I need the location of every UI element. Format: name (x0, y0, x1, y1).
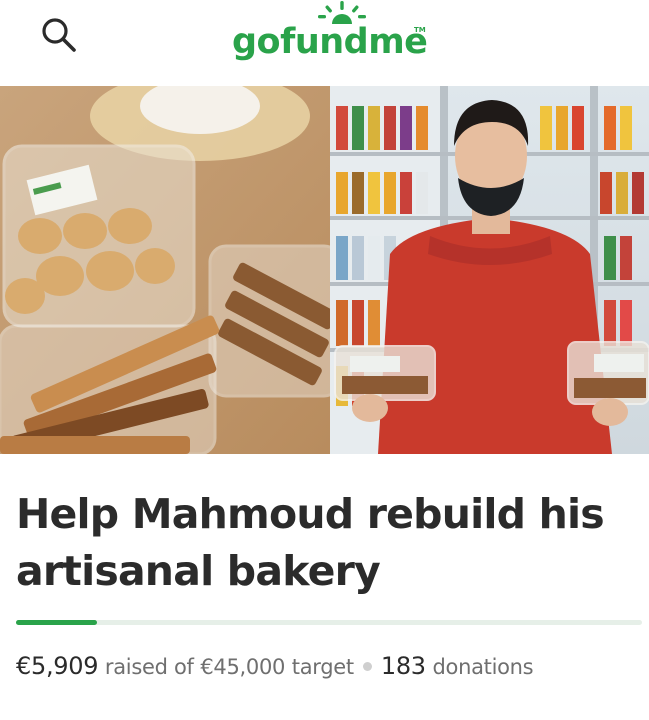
logo-wordmark: gofundme (232, 22, 428, 62)
progress-bar-fill (16, 620, 97, 625)
donations-label: donations (432, 655, 534, 679)
campaign-image[interactable] (0, 86, 649, 454)
person-photo (330, 86, 649, 454)
funding-stats: €5,909 raised of €45,000 target 183 donat… (16, 652, 646, 680)
gofundme-logo[interactable]: gofundme TM (232, 0, 432, 80)
pastry-photo (0, 86, 342, 454)
campaign-title[interactable]: Help Mahmoud rebuild his artisanal baker… (16, 486, 636, 600)
target-label: target (291, 655, 354, 679)
search-button[interactable] (38, 14, 80, 56)
search-icon (42, 18, 76, 52)
progress-bar (16, 620, 642, 625)
target-amount: €45,000 (200, 655, 286, 679)
donations-count: 183 (380, 652, 426, 680)
trademark-mark: TM (414, 26, 426, 34)
amount-raised: €5,909 (16, 652, 99, 680)
separator-dot (362, 662, 372, 671)
raised-of-label: raised of (104, 655, 194, 679)
top-bar: gofundme TM (0, 0, 649, 86)
